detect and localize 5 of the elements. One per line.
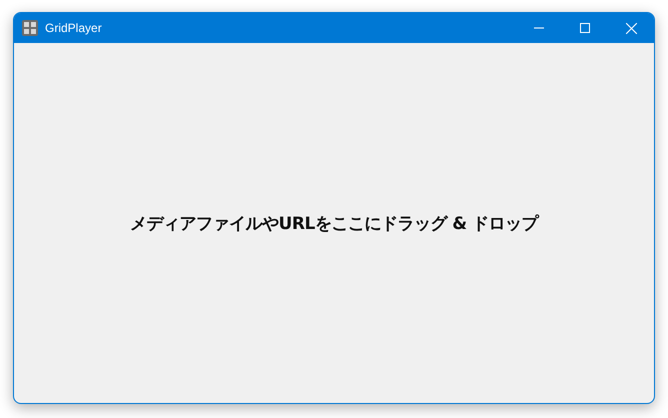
maximize-icon — [580, 23, 590, 33]
window-title: GridPlayer — [45, 21, 102, 35]
drop-hint: メディアファイルやURLをここにドラッグ & ドロップ — [130, 212, 538, 234]
grid-icon — [22, 20, 38, 36]
close-icon — [626, 22, 636, 34]
